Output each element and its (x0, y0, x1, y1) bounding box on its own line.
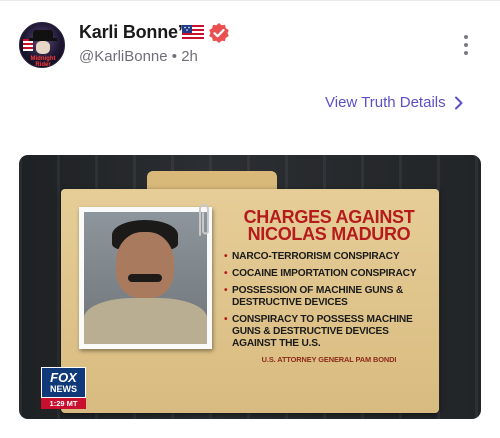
charge-item: POSSESSION OF MACHINE GUNS & DESTRUCTIVE… (224, 285, 434, 309)
avatar-caption: Midnight Rider (30, 56, 56, 68)
paperclip-icon (199, 204, 209, 236)
verified-badge-icon (209, 23, 229, 43)
network-logo-line1: FOX (50, 369, 77, 385)
chevron-right-icon (454, 96, 463, 109)
us-flag-icon (182, 25, 204, 40)
avatar[interactable]: Midnight Rider (19, 22, 65, 68)
charges-headline-line2: NICOLAS MADURO (247, 224, 411, 244)
charges-source: U.S. ATTORNEY GENERAL PAM BONDI (261, 355, 397, 364)
broadcast-timestamp: 1:29 MT (41, 398, 86, 409)
network-logo: FOX NEWS 1:29 MT (41, 367, 86, 409)
view-truth-details-label: View Truth Details (325, 94, 446, 111)
charge-item: COCAINE IMPORTATION CONSPIRACY (224, 268, 434, 280)
handle-and-time[interactable]: @KarliBonne • 2h (79, 48, 198, 65)
charges-list-panel: CHARGES AGAINST NICOLAS MADURO NARCO-TER… (224, 208, 434, 364)
network-logo-line2: NEWS (50, 383, 77, 394)
more-options-icon[interactable] (460, 34, 472, 56)
mugshot-photo (79, 207, 212, 349)
charge-item: CONSPIRACY TO POSSESS MACHINE GUNS & DES… (224, 314, 434, 350)
post-image[interactable]: CHARGES AGAINST NICOLAS MADURO NARCO-TER… (19, 155, 481, 419)
view-truth-details-link[interactable]: View Truth Details (325, 94, 463, 111)
author-name[interactable]: Karli Bonne’ (79, 22, 183, 43)
top-divider (0, 0, 500, 1)
charge-item: NARCO-TERRORISM CONSPIRACY (224, 251, 434, 263)
